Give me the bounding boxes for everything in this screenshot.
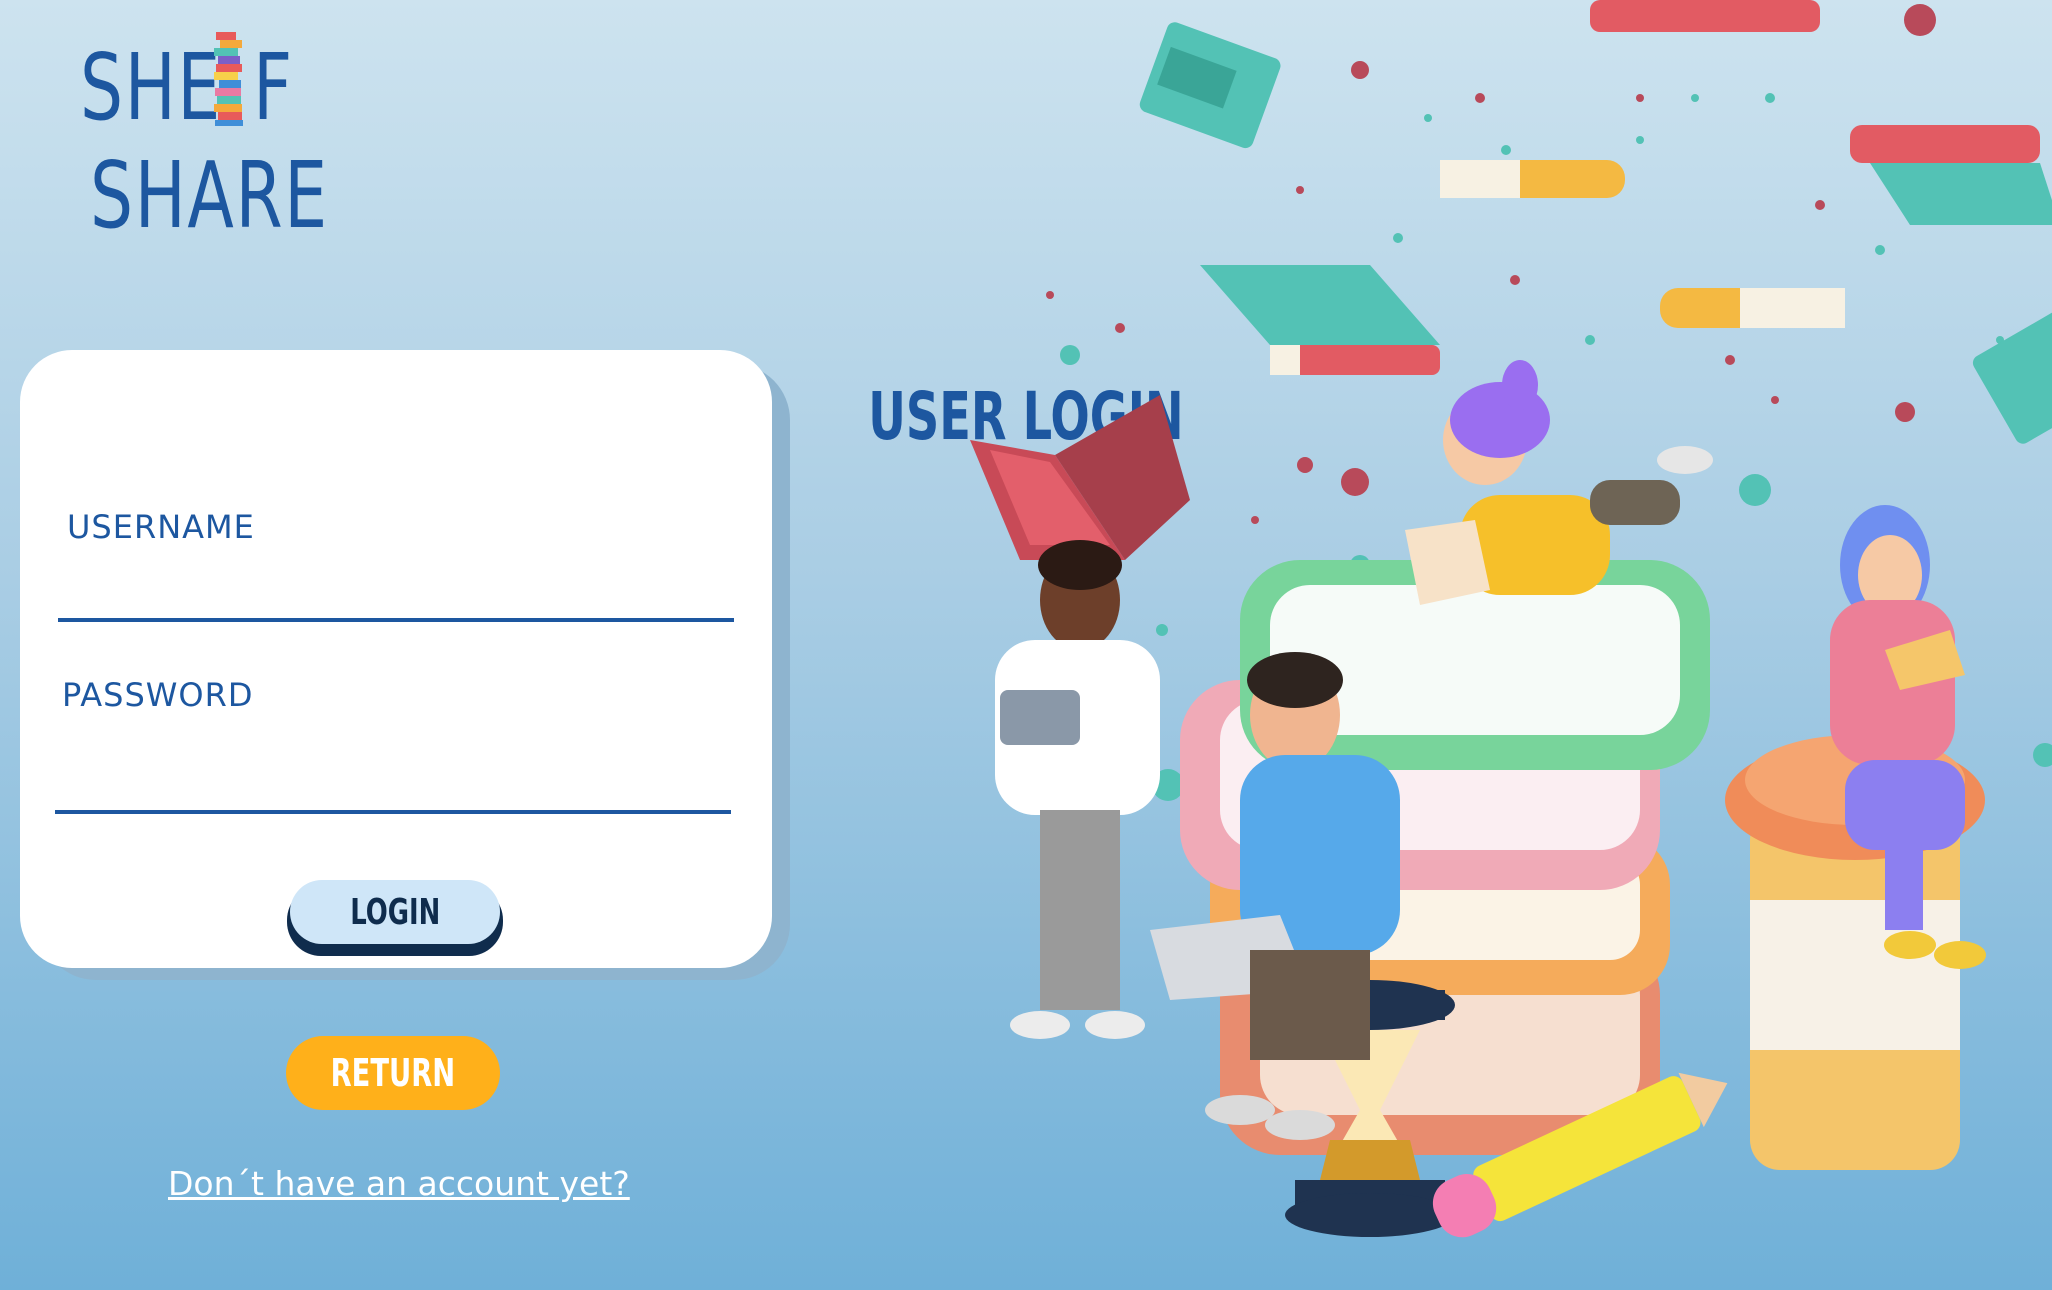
return-button[interactable]: RETURN [286,1036,500,1110]
password-input[interactable] [55,750,731,814]
username-input[interactable] [58,560,734,622]
flying-books [1139,0,2052,444]
login-button-label: LOGIN [349,891,441,933]
open-book [970,395,1190,560]
brand-logo: SHE F SHARE [78,26,338,249]
register-link[interactable]: Don´t have an account yet? [168,1164,630,1203]
password-label: PASSWORD [62,676,254,714]
book-stack-icon [214,32,243,126]
brand-line-1: SHE F [80,34,294,141]
return-button-label: RETURN [330,1051,456,1095]
people-reading-books-illustration [970,0,2052,1238]
username-label: USERNAME [67,508,255,546]
brand-line-2: SHARE [90,142,329,249]
login-button[interactable]: LOGIN [290,880,500,944]
boy-with-tablet [995,540,1160,1039]
